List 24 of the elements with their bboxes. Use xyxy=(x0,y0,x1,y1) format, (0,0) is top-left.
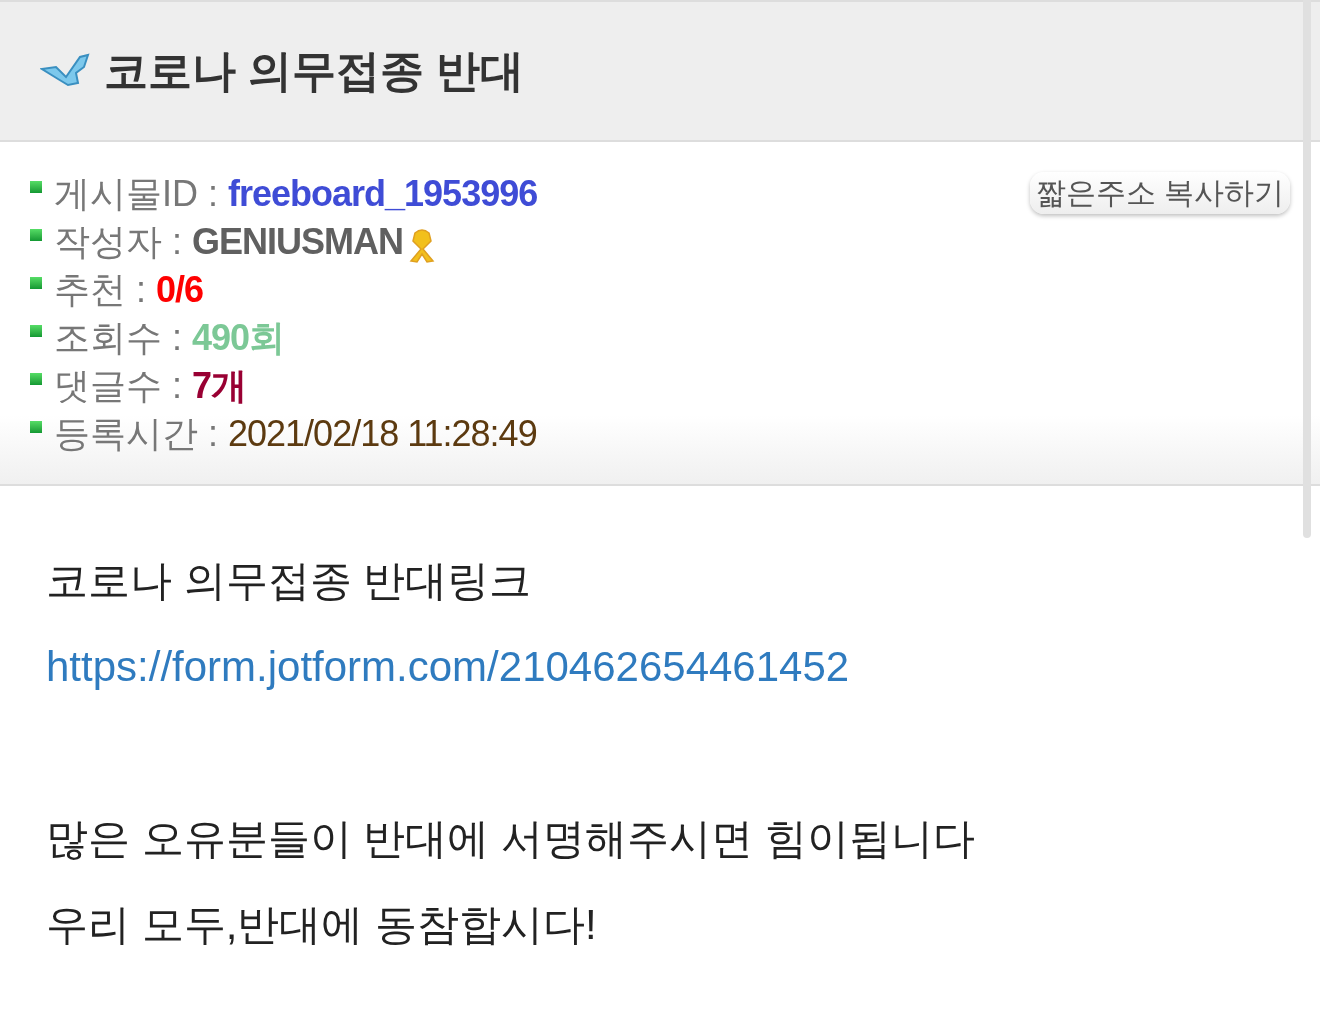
petition-link[interactable]: https://form.jotform.com/210462654461452 xyxy=(46,624,850,710)
body-paragraph: 우리 모두,반대에 동참합시다! xyxy=(46,900,598,950)
field-label: 작성자 : xyxy=(54,220,182,264)
field-value: 0/6 xyxy=(156,268,204,312)
field-value: 7개 xyxy=(192,364,247,408)
post-title: 코로나 의무접종 반대 xyxy=(104,45,525,97)
bullet-icon xyxy=(30,181,42,193)
copy-short-url-button[interactable]: 짧은주소 복사하기 xyxy=(1029,172,1290,214)
field-label: 등록시간 : xyxy=(54,412,218,456)
bullet-icon xyxy=(30,325,42,337)
body-paragraph: 코로나 의무접종 반대링크 xyxy=(46,556,533,606)
field-label: 추천 : xyxy=(54,268,146,312)
bullet-icon xyxy=(30,373,42,385)
field-label: 댓글수 : xyxy=(54,364,182,408)
field-label: 게시물ID : xyxy=(54,172,218,216)
bullet-icon xyxy=(30,421,42,433)
field-value: 490회 xyxy=(192,316,285,360)
field-value: GENIUSMAN xyxy=(192,220,404,264)
field-value: freeboard_1953996 xyxy=(228,172,538,216)
bullet-icon xyxy=(30,229,42,241)
field-value: 2021/02/18 11:28:49 xyxy=(228,412,537,456)
body-paragraph: 많은 오유분들이 반대에 서명해주시면 힘이됩니다 xyxy=(46,814,976,864)
field-label: 조회수 : xyxy=(54,316,182,360)
bullet-icon xyxy=(30,277,42,289)
